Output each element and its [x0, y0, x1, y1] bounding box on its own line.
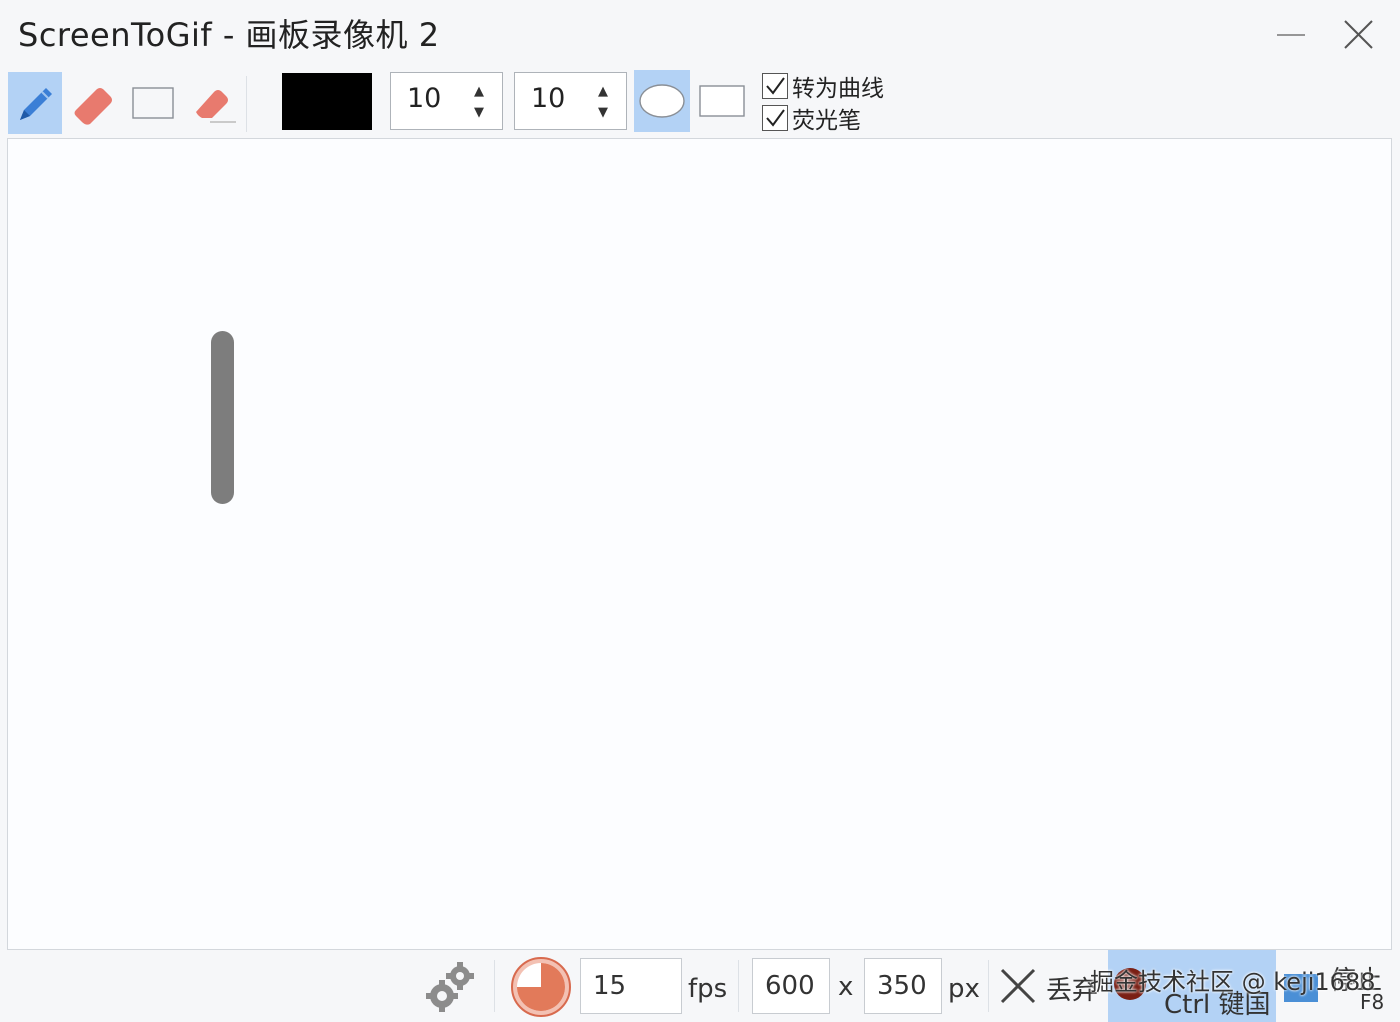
select-tool-button[interactable]: [126, 72, 180, 134]
status-separator: [494, 960, 495, 1012]
fit-to-curve-checkbox[interactable]: 转为曲线: [762, 70, 884, 102]
pen-tool-button[interactable]: [8, 72, 62, 134]
ellipse-tip-button[interactable]: [634, 70, 690, 132]
toolbar: 10 ▲ ▼ 10 ▲ ▼ 转为曲线 荧光笔: [0, 68, 1400, 138]
eraser-tool-button[interactable]: [66, 72, 120, 134]
status-separator: [738, 960, 739, 1012]
minimize-icon: [1277, 34, 1305, 36]
spin-up-icon[interactable]: ▲: [592, 81, 614, 102]
close-icon: [1344, 20, 1373, 49]
ellipse-tip-icon: [639, 84, 685, 118]
screentogif-board-window: ScreenToGif - 画板录像机 2 10 ▲ ▼ 10 ▲ ▼ 转为曲线…: [0, 0, 1400, 1022]
check-icon: [766, 109, 785, 127]
window-title: ScreenToGif - 画板录像机 2: [18, 16, 440, 54]
spin-down-icon[interactable]: ▼: [468, 102, 490, 123]
pen-width-spinner[interactable]: 10 ▲ ▼: [390, 72, 503, 130]
discard-x-icon: [1000, 968, 1036, 1004]
checkbox-box[interactable]: [762, 105, 788, 131]
title-bar: ScreenToGif - 画板录像机 2: [0, 0, 1400, 68]
highlighter-checkbox[interactable]: 荧光笔: [762, 102, 861, 134]
pen-height-arrows[interactable]: ▲ ▼: [592, 81, 614, 123]
rectangle-tip-icon: [699, 85, 745, 117]
pen-height-value: 10: [531, 83, 566, 114]
discard-button[interactable]: 丢弃: [996, 962, 1104, 1012]
status-separator: [988, 960, 989, 1012]
timer-pie-icon: [511, 957, 571, 1017]
close-button[interactable]: [1334, 12, 1384, 56]
pen-width-arrows[interactable]: ▲ ▼: [468, 81, 490, 123]
rectangle-tip-button[interactable]: [694, 70, 750, 132]
gears-icon: [426, 962, 474, 1012]
highlighter-label: 荧光笔: [792, 108, 861, 134]
watermark-text: 掘金技术社区 @ keji1688: [1090, 968, 1376, 996]
check-icon: [766, 77, 785, 95]
times-label: x: [838, 972, 854, 1002]
spin-down-icon[interactable]: ▼: [592, 102, 614, 123]
width-input[interactable]: 600: [752, 958, 830, 1014]
stroke-eraser-icon: [196, 90, 236, 123]
pen-width-value: 10: [407, 83, 442, 114]
eraser-icon: [74, 88, 112, 125]
pen-height-spinner[interactable]: 10 ▲ ▼: [514, 72, 627, 130]
drawing-canvas[interactable]: [7, 138, 1392, 950]
px-unit-label: px: [948, 974, 980, 1004]
minimize-button[interactable]: [1266, 12, 1316, 56]
spin-up-icon[interactable]: ▲: [468, 81, 490, 102]
snapshot-mode-button[interactable]: [510, 956, 572, 1018]
color-picker[interactable]: [282, 73, 372, 130]
stroke-eraser-tool-button[interactable]: [186, 72, 240, 134]
rectangle-select-icon: [132, 87, 174, 119]
fps-unit-label: fps: [688, 974, 728, 1004]
drawn-stroke: [211, 331, 234, 504]
checkbox-box[interactable]: [762, 73, 788, 99]
toolbar-separator: [246, 76, 247, 132]
height-input[interactable]: 350: [864, 958, 942, 1014]
pencil-icon: [20, 88, 52, 120]
settings-button[interactable]: [424, 958, 476, 1014]
fps-input[interactable]: 15: [580, 958, 682, 1014]
fit-to-curve-label: 转为曲线: [792, 76, 884, 102]
